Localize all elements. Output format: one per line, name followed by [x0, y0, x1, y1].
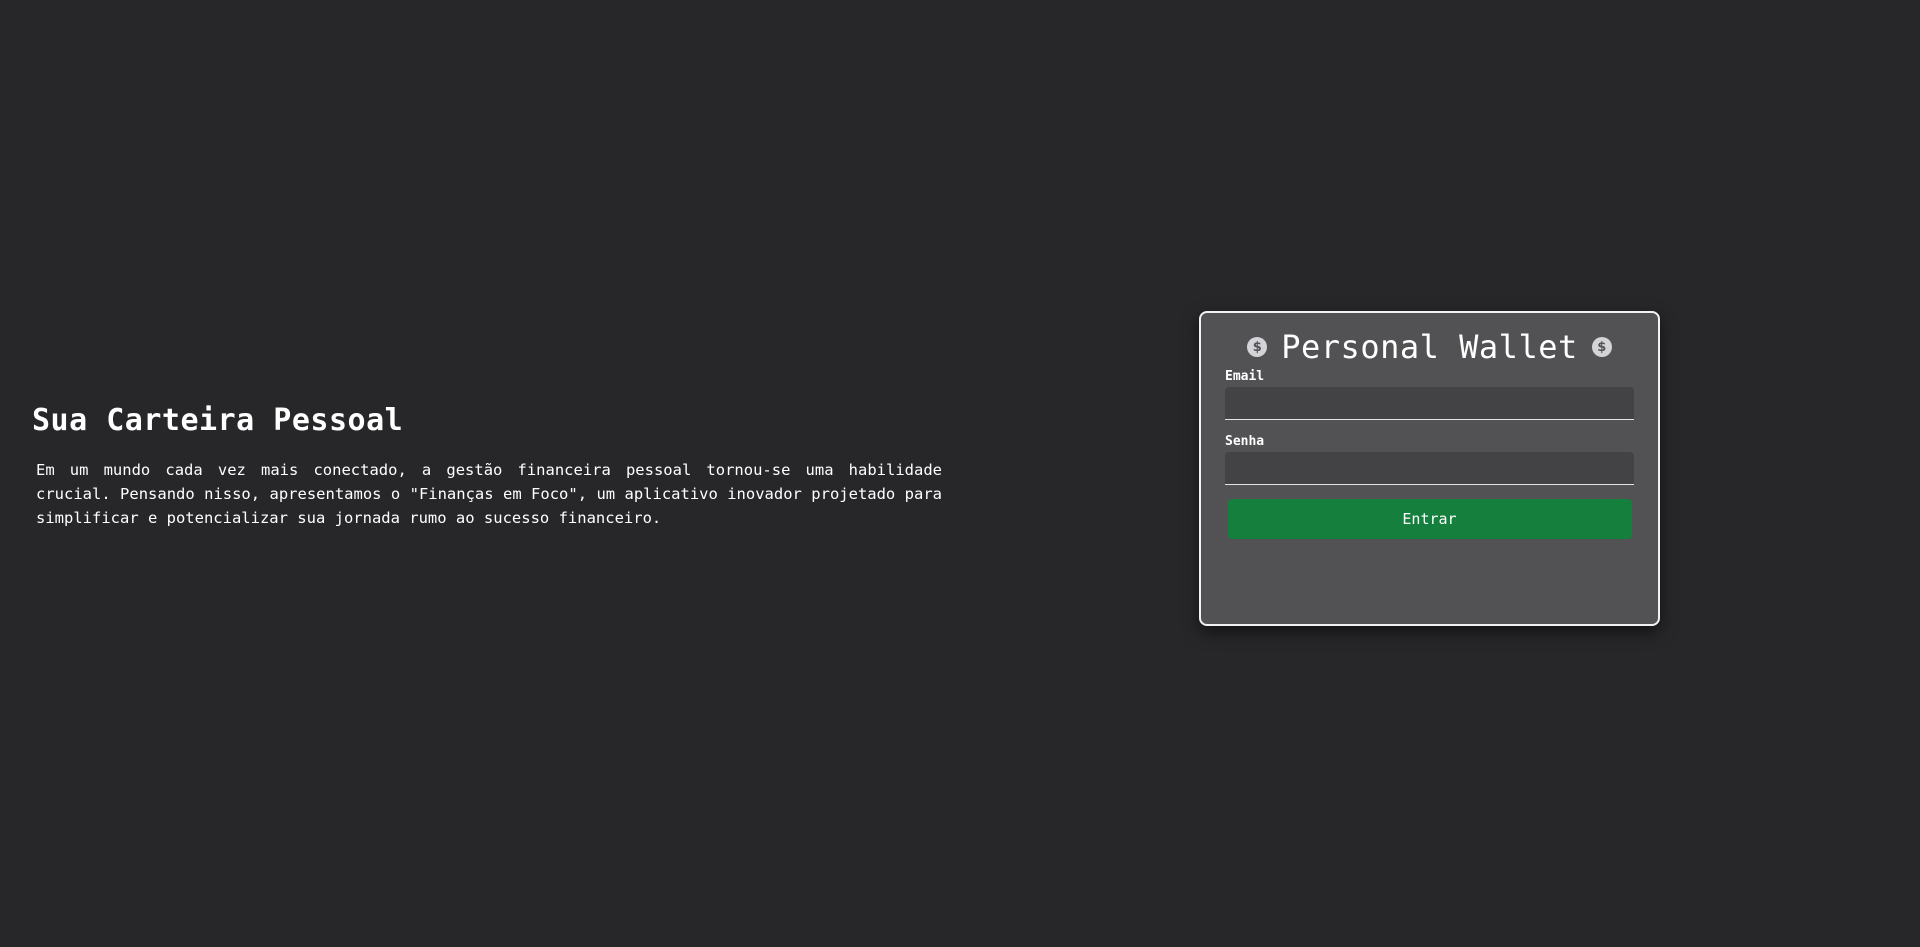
password-label: Senha — [1225, 434, 1265, 449]
email-field[interactable] — [1225, 387, 1634, 420]
app-title: Personal Wallet — [1281, 328, 1578, 366]
intro-title: Sua Carteira Pessoal — [32, 403, 404, 438]
dollar-circle-icon: $ — [1247, 337, 1268, 357]
intro-section: Sua Carteira Pessoal Em um mundo cada ve… — [32, 403, 942, 530]
dollar-circle-icon: $ — [1591, 337, 1612, 357]
password-field[interactable] — [1225, 452, 1634, 485]
intro-description: Em um mundo cada vez mais conectado, a g… — [36, 461, 942, 527]
password-field-group: Senha — [1225, 434, 1634, 485]
email-field-group: Email — [1225, 369, 1634, 420]
card-header: $ Personal Wallet $ — [1225, 328, 1634, 366]
login-page: Sua Carteira Pessoal Em um mundo cada ve… — [0, 0, 1920, 947]
login-button[interactable]: Entrar — [1227, 499, 1632, 539]
login-card: $ Personal Wallet $ Email Senha Entrar — [1199, 311, 1660, 626]
email-label: Email — [1225, 369, 1265, 384]
